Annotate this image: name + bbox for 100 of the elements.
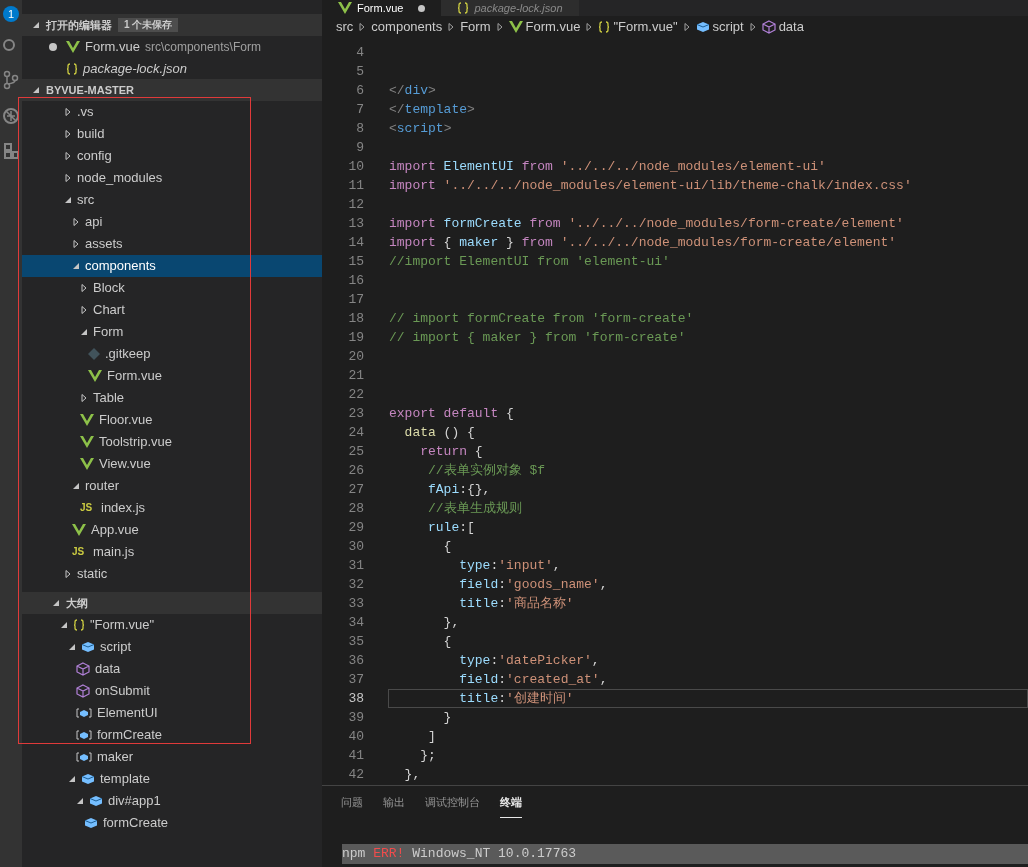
code-line: } (442, 709, 453, 727)
tree-item[interactable]: static (22, 563, 322, 585)
code-line: import formCreate from '../../../node_modules/form-create/element' (388, 215, 905, 233)
tree-item[interactable]: .vs (22, 101, 322, 123)
collapsed-arrow-icon[interactable] (80, 394, 88, 402)
tree-item[interactable]: components (22, 255, 322, 277)
breadcrumb-item[interactable]: data (761, 17, 804, 37)
code-line: // import formCreate from 'form-create' (388, 310, 695, 328)
expanded-arrow-icon[interactable] (80, 328, 88, 336)
code-line: <script> (388, 120, 453, 138)
tree-item[interactable]: api (22, 211, 322, 233)
breadcrumb-item[interactable]: Form (460, 17, 491, 37)
section-header[interactable]: 打开的编辑器 1 个未保存 (22, 14, 322, 36)
panel-tab[interactable]: 问题 (341, 794, 363, 818)
open-editor-item[interactable]: Form.vue src\components\Form (22, 36, 322, 58)
expanded-arrow-icon[interactable] (60, 621, 68, 629)
tree-item[interactable]: maker (22, 746, 322, 768)
line-number: 34 (347, 613, 365, 632)
tree-item[interactable]: Form.vue (22, 365, 322, 387)
editor-tab[interactable]: package-lock.json (441, 0, 579, 16)
expanded-arrow-icon[interactable] (72, 262, 80, 270)
expanded-arrow-icon[interactable] (76, 797, 84, 805)
extensions-icon[interactable] (3, 142, 19, 160)
panel-tab[interactable]: 调试控制台 (425, 794, 480, 818)
code-line: return { (419, 443, 484, 461)
open-editor-item[interactable]: package-lock.json (22, 58, 322, 80)
tree-item[interactable]: Block (22, 277, 322, 299)
line-number: 28 (347, 499, 365, 518)
code-line: data () { (403, 424, 476, 442)
tree-item[interactable]: script (22, 636, 322, 658)
tree-item[interactable]: Table (22, 387, 322, 409)
tree-item[interactable]: template (22, 768, 322, 790)
collapsed-arrow-icon[interactable] (80, 284, 88, 292)
collapsed-arrow-icon[interactable] (64, 108, 72, 116)
tree-item[interactable]: App.vue (22, 519, 322, 541)
tree-item[interactable]: onSubmit (22, 680, 322, 702)
tree-item[interactable]: Floor.vue (22, 409, 322, 431)
line-number: 37 (347, 670, 365, 689)
tree-item[interactable]: node_modules (22, 167, 322, 189)
expanded-arrow-icon[interactable] (32, 86, 40, 94)
breadcrumb-item[interactable]: "Form.vue" (598, 17, 678, 37)
tree-item[interactable]: src (22, 189, 322, 211)
tree-item[interactable]: "Form.vue" (22, 614, 322, 636)
editor-tab[interactable]: Form.vue (322, 0, 442, 16)
vue-icon (508, 21, 523, 33)
collapsed-arrow-icon[interactable] (72, 218, 80, 226)
file-name: package-lock.json (83, 60, 188, 79)
line-number: 15 (347, 252, 365, 271)
line-number: 41 (347, 746, 365, 765)
vue-icon (80, 414, 94, 426)
panel-tab[interactable]: 终端 (500, 794, 522, 818)
tree-item[interactable]: Toolstrip.vue (22, 431, 322, 453)
tree-item[interactable]: JS index.js (22, 497, 322, 519)
expanded-arrow-icon[interactable] (72, 482, 80, 490)
breadcrumb-item[interactable]: script (695, 17, 744, 37)
diamond-icon (88, 348, 100, 360)
line-number: 20 (347, 347, 365, 366)
collapsed-arrow-icon[interactable] (64, 174, 72, 182)
tree-item[interactable]: .gitkeep (22, 343, 322, 365)
code-line: }, (442, 614, 461, 632)
code-line: { (442, 633, 453, 651)
tree-item[interactable]: assets (22, 233, 322, 255)
bug-icon[interactable] (3, 106, 19, 126)
expanded-arrow-icon[interactable] (64, 196, 72, 204)
breadcrumb-item[interactable]: src (336, 17, 354, 37)
tree-item[interactable]: View.vue (22, 453, 322, 475)
expanded-arrow-icon[interactable] (32, 21, 40, 29)
section-header[interactable]: 大纲 (22, 592, 322, 614)
collapsed-arrow-icon[interactable] (64, 570, 72, 578)
breadcrumb-item[interactable]: components (371, 17, 443, 37)
collapsed-arrow-icon[interactable] (64, 152, 72, 160)
tree-item[interactable]: data (22, 658, 322, 680)
tree-item[interactable]: Form (22, 321, 322, 343)
tree-item[interactable]: Chart (22, 299, 322, 321)
expanded-arrow-icon[interactable] (52, 599, 60, 607)
tree-item[interactable]: JS main.js (22, 541, 322, 563)
line-number: 9 (355, 138, 365, 157)
expanded-arrow-icon[interactable] (68, 643, 76, 651)
collapsed-arrow-icon[interactable] (72, 240, 80, 248)
tree-item[interactable]: router (22, 475, 322, 497)
collapsed-arrow-icon[interactable] (80, 306, 88, 314)
code-line: //表单实例对象 $f (427, 462, 546, 480)
tree-item[interactable]: formCreate (22, 724, 322, 746)
tree-item[interactable]: build (22, 123, 322, 145)
expanded-arrow-icon[interactable] (68, 775, 76, 783)
collapsed-arrow-icon[interactable] (64, 130, 72, 138)
cube-outline-icon (76, 662, 90, 676)
line-number: 33 (347, 594, 365, 613)
tree-item[interactable]: div#app1 (22, 790, 322, 812)
tree-item[interactable]: ElementUI (22, 702, 322, 724)
code-line: type:'datePicker', (458, 652, 601, 670)
breadcrumb-item[interactable]: Form.vue (508, 17, 581, 37)
variable-icon (76, 729, 92, 741)
panel-tab[interactable]: 输出 (383, 794, 405, 818)
tree-item[interactable]: config (22, 145, 322, 167)
branch-icon[interactable] (3, 70, 19, 90)
code-line: import { maker } from '../../../node_modules/form-create/element' (388, 234, 898, 252)
section-header[interactable]: BYVUE-MASTER (22, 79, 322, 101)
tree-item[interactable]: formCreate (22, 812, 322, 834)
unsaved-badge: 1 个未保存 (118, 18, 179, 32)
